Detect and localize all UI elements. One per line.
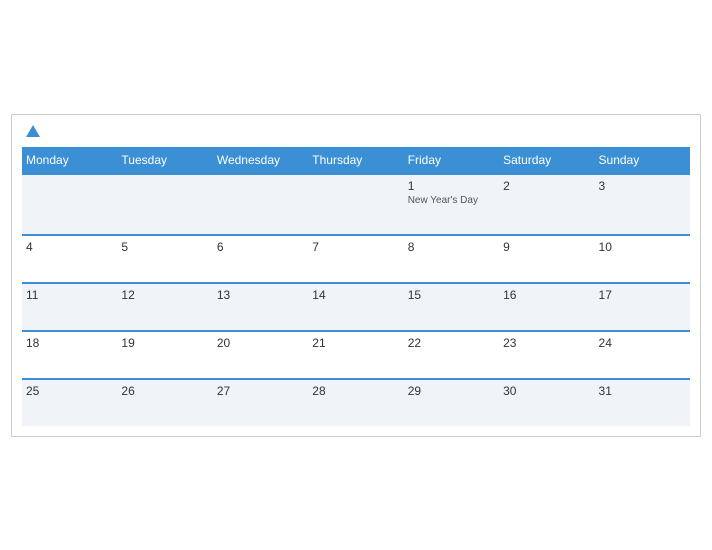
calendar-cell: 16 [499,283,594,331]
week-row-3: 11 12 13 14 15 16 17 [22,283,690,331]
calendar-cell: 10 [595,235,690,283]
day-number: 10 [599,240,686,254]
week-row-4: 18 19 20 21 22 23 24 [22,331,690,379]
day-number: 21 [312,336,399,350]
calendar-cell: 25 [22,379,117,426]
calendar-cell: 14 [308,283,403,331]
calendar-cell: 3 [595,174,690,235]
weekday-header-saturday: Saturday [499,147,594,174]
calendar-wrapper: MondayTuesdayWednesdayThursdayFridaySatu… [11,114,701,437]
day-number: 3 [599,179,686,193]
calendar-cell: 31 [595,379,690,426]
calendar-cell: 20 [213,331,308,379]
calendar-cell: 19 [117,331,212,379]
day-number: 15 [408,288,495,302]
day-number: 28 [312,384,399,398]
day-number: 20 [217,336,304,350]
calendar-cell: 13 [213,283,308,331]
day-number: 18 [26,336,113,350]
week-row-5: 25 26 27 28 29 30 31 [22,379,690,426]
calendar-cell: 21 [308,331,403,379]
weekday-header-friday: Friday [404,147,499,174]
calendar-cell: 6 [213,235,308,283]
weekday-header-wednesday: Wednesday [213,147,308,174]
day-number: 27 [217,384,304,398]
week-row-1: 1 New Year's Day 23 [22,174,690,235]
calendar-cell: 4 [22,235,117,283]
day-number: 26 [121,384,208,398]
day-number: 17 [599,288,686,302]
calendar-cell: 15 [404,283,499,331]
day-number: 5 [121,240,208,254]
day-number: 29 [408,384,495,398]
day-number: 19 [121,336,208,350]
calendar-cell: 27 [213,379,308,426]
weekday-header-row: MondayTuesdayWednesdayThursdayFridaySatu… [22,147,690,174]
calendar-cell: 12 [117,283,212,331]
day-number: 31 [599,384,686,398]
calendar-cell [22,174,117,235]
day-number: 23 [503,336,590,350]
logo-blue-text [26,125,43,137]
calendar-cell [308,174,403,235]
holiday-name: New Year's Day [408,195,495,206]
day-number: 6 [217,240,304,254]
day-number: 13 [217,288,304,302]
day-number: 7 [312,240,399,254]
calendar-cell: 29 [404,379,499,426]
logo-triangle-icon [26,125,40,137]
calendar-cell: 18 [22,331,117,379]
day-number: 9 [503,240,590,254]
calendar-cell: 1 New Year's Day [404,174,499,235]
calendar-cell: 11 [22,283,117,331]
weekday-header-monday: Monday [22,147,117,174]
calendar-cell: 22 [404,331,499,379]
weekday-header-tuesday: Tuesday [117,147,212,174]
day-number: 2 [503,179,590,193]
calendar-cell [213,174,308,235]
weekday-header-thursday: Thursday [308,147,403,174]
day-number: 24 [599,336,686,350]
calendar-cell: 8 [404,235,499,283]
calendar-grid: MondayTuesdayWednesdayThursdayFridaySatu… [22,147,690,426]
calendar-cell: 28 [308,379,403,426]
day-number: 30 [503,384,590,398]
calendar-cell [117,174,212,235]
day-number: 8 [408,240,495,254]
calendar-cell: 26 [117,379,212,426]
calendar-cell: 24 [595,331,690,379]
calendar-cell: 2 [499,174,594,235]
calendar-cell: 17 [595,283,690,331]
calendar-cell: 5 [117,235,212,283]
day-number: 12 [121,288,208,302]
day-number: 11 [26,288,113,302]
logo [26,125,43,137]
day-number: 25 [26,384,113,398]
day-number: 4 [26,240,113,254]
day-number: 22 [408,336,495,350]
calendar-cell: 9 [499,235,594,283]
week-row-2: 456789 10 [22,235,690,283]
weekday-header-sunday: Sunday [595,147,690,174]
day-number: 14 [312,288,399,302]
calendar-cell: 7 [308,235,403,283]
calendar-header [22,125,690,137]
day-number: 1 [408,179,495,193]
calendar-cell: 30 [499,379,594,426]
calendar-cell: 23 [499,331,594,379]
day-number: 16 [503,288,590,302]
